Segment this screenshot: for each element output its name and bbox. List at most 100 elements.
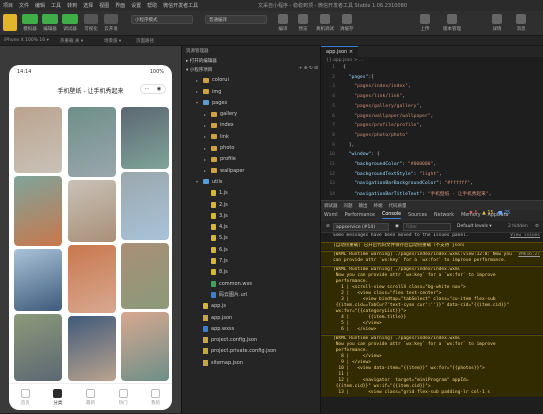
cloud-button[interactable]: 云开发	[104, 14, 118, 32]
tree-item-folder[interactable]: ▸ colorui	[196, 76, 229, 85]
issue-counts[interactable]: ✖ 6 ▲ 15 ■ 25	[469, 211, 510, 216]
project-section[interactable]: ▾ 小程序项目 + ⊕ ↻ ⊟	[182, 65, 322, 74]
wallpaper-tile[interactable]	[67, 180, 116, 242]
tree-item-json[interactable]: project.private.config.json	[196, 347, 276, 356]
tab-app-json[interactable]: app.json ×	[321, 46, 359, 57]
panel-tab[interactable]: 输出	[359, 203, 368, 209]
menu-item[interactable]: 微信开发者工具	[163, 2, 198, 9]
message-source-link[interactable]: VM616:27	[518, 252, 540, 258]
tree-item-folder[interactable]: ▸ gallery	[204, 110, 237, 119]
console-tab[interactable]: Performance	[345, 213, 375, 218]
wallpaper-tile[interactable]	[14, 107, 62, 173]
wallpaper-tile[interactable]	[14, 249, 62, 311]
tab-2[interactable]: 最新	[85, 388, 95, 406]
tree-item-folder[interactable]: ▸ link	[204, 133, 229, 142]
tree-item-wxss[interactable]: 码云图片.url	[204, 291, 247, 300]
more-icon[interactable]: ···	[145, 86, 150, 92]
tree-item-js[interactable]: 8.js	[204, 268, 228, 277]
tree-item-folder[interactable]: ▸ wallpaper	[204, 166, 244, 175]
menu-item[interactable]: 设置	[131, 2, 141, 9]
tree-item-js[interactable]: 2.js	[204, 200, 228, 209]
tree-item-wxml[interactable]: common.wxs	[204, 279, 252, 288]
tree-item-folder[interactable]: ▸ img	[196, 87, 221, 96]
menu-item[interactable]: 视图	[99, 2, 109, 9]
console-tab[interactable]: Sources	[408, 213, 427, 218]
wallpaper-tile[interactable]	[67, 316, 116, 381]
menu-item[interactable]: 界面	[115, 2, 125, 9]
editor-toggle[interactable]: 编辑器	[42, 14, 58, 32]
compile-button[interactable]: 编译	[278, 14, 288, 32]
visual-button[interactable]: 可视化	[84, 14, 98, 32]
menu-item[interactable]: 转到	[67, 2, 77, 9]
menu-item[interactable]: 项目	[3, 2, 13, 9]
panel-tab[interactable]: 代码质量	[389, 203, 407, 209]
wallpaper-tile[interactable]	[67, 107, 116, 177]
open-editors-section[interactable]: ▸ 打开的编辑器	[182, 56, 322, 65]
menu-item[interactable]: 帮助	[147, 2, 157, 9]
console-tab[interactable]: Wxml	[324, 213, 338, 218]
wallpaper-tile[interactable]	[121, 243, 169, 309]
eye-icon[interactable]: ◉	[393, 223, 401, 231]
console-tab[interactable]: Network	[434, 213, 454, 218]
debugger-toggle[interactable]: 调试器	[62, 14, 78, 32]
tree-item-js[interactable]: 1.js	[204, 189, 228, 198]
tree-item-js[interactable]: 5.js	[204, 234, 228, 243]
panel-tab[interactable]: 终端	[374, 203, 383, 209]
menu-item[interactable]: 编辑	[35, 2, 45, 9]
levels-select[interactable]: Default levels ▾	[455, 223, 494, 231]
tree-item-js[interactable]: 3.js	[204, 212, 228, 221]
simulator-toggle[interactable]: 模拟器	[22, 14, 38, 32]
explorer-actions-icon[interactable]: + ⊕ ↻ ⊟	[299, 66, 318, 71]
version-button[interactable]: 版本管理	[443, 14, 461, 32]
device-select[interactable]: iPhone X 100% 16 ▾	[4, 38, 49, 43]
wallpaper-tile[interactable]	[121, 172, 169, 240]
tab-0[interactable]: 首页	[20, 388, 30, 406]
real-debug-button[interactable]: 真机调试	[316, 14, 334, 32]
tree-item-folder[interactable]: ▸ photo	[204, 144, 234, 153]
preview-button[interactable]: 预览	[298, 14, 308, 32]
wallpaper-tile[interactable]	[14, 314, 62, 381]
tree-item-folder[interactable]: ▸ index	[204, 121, 234, 130]
tab-1[interactable]: 分类	[53, 388, 63, 406]
menu-item[interactable]: 选择	[83, 2, 93, 9]
compile-mode-select[interactable]: 普通编译	[205, 15, 267, 24]
tab-4[interactable]: 我的	[151, 388, 161, 406]
panel-tab[interactable]: 调试器	[324, 203, 338, 209]
tree-item-js[interactable]: 7.js	[204, 257, 228, 266]
tree-item-js[interactable]: 6.js	[204, 246, 228, 255]
scene-select[interactable]: 场景值 ▾	[104, 38, 121, 44]
wallpaper-tile[interactable]	[121, 107, 169, 169]
tree-item-folder[interactable]: ▾ utils	[196, 178, 223, 187]
tree-item-json[interactable]: app.json	[196, 313, 232, 322]
wallpaper-tile[interactable]	[67, 245, 116, 313]
tab-3[interactable]: 热门	[118, 388, 128, 406]
tree-item-json[interactable]: project.config.json	[196, 336, 257, 345]
context-select[interactable]: appservice (#14)	[333, 223, 389, 231]
mode-select[interactable]: 小程序模式	[131, 15, 193, 24]
avatar-button[interactable]	[3, 14, 17, 31]
console-tab[interactable]: Console	[382, 212, 402, 219]
close-circle-icon[interactable]: ◉	[157, 86, 161, 92]
wallpaper-tile[interactable]	[14, 176, 62, 246]
hot-reload-toggle[interactable]: 热重载 关 ▾	[60, 38, 83, 44]
message-button[interactable]: 消息	[516, 14, 526, 32]
console-messages[interactable]: Some messages have been moved to the Iss…	[321, 233, 543, 414]
block-icon[interactable]: ⊘	[324, 223, 332, 231]
capsule-menu[interactable]: ··· ◉	[140, 84, 166, 94]
filter-input[interactable]: Filter	[403, 223, 451, 231]
upload-button[interactable]: 上传	[420, 14, 430, 32]
clear-cache-button[interactable]: 清缓存	[340, 14, 354, 32]
tree-item-wxss[interactable]: app.wxss	[196, 325, 234, 334]
tree-item-folder[interactable]: ▾ pages	[196, 99, 227, 108]
panel-tab[interactable]: 问题	[344, 203, 353, 209]
settings-icon[interactable]: ⚙	[533, 223, 541, 231]
menu-item[interactable]: 文件	[19, 2, 29, 9]
menu-item[interactable]: 工具	[51, 2, 61, 9]
tree-item-json[interactable]: sitemap.json	[196, 359, 243, 368]
wallpaper-tile[interactable]	[121, 312, 169, 381]
tree-item-js[interactable]: app.js	[196, 302, 226, 311]
tree-item-js[interactable]: 4.js	[204, 223, 228, 232]
details-button[interactable]: 详情	[492, 14, 502, 32]
message-source-link[interactable]: View issues	[510, 233, 540, 239]
tree-item-folder[interactable]: ▸ profile	[204, 155, 236, 164]
